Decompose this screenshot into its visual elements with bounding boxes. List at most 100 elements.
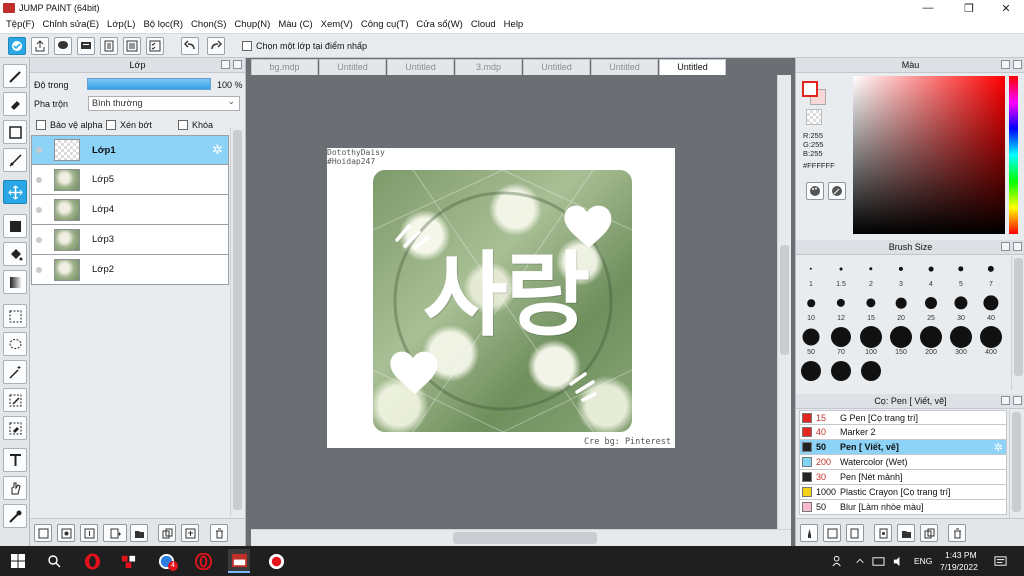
- brush-scrollbar[interactable]: [1011, 256, 1024, 390]
- transparent-color-swatch[interactable]: [806, 109, 822, 125]
- new-layer-1bit-icon[interactable]: [80, 524, 98, 542]
- menu-item-3[interactable]: Bộ lọc(R): [141, 19, 189, 30]
- brush-size-cell[interactable]: 1: [796, 256, 826, 292]
- select-eraser-tool-icon[interactable]: [3, 416, 27, 440]
- close-button[interactable]: ✕: [990, 0, 1022, 16]
- brush-size-cell[interactable]: 50: [796, 324, 826, 360]
- menu-item-10[interactable]: Cloud: [469, 19, 502, 30]
- document-tab[interactable]: Untitled: [591, 59, 658, 75]
- brush-settings-icon[interactable]: [800, 524, 818, 542]
- artwork-canvas[interactable]: DotothyDaisy #Hoidap247 사랑 Cre bg: Pinte…: [327, 148, 675, 448]
- brush-size-cell[interactable]: 70: [826, 324, 856, 360]
- blend-mode-select[interactable]: Bình thường: [88, 95, 240, 111]
- menu-item-0[interactable]: Tệp(F): [4, 19, 41, 30]
- menu-item-1[interactable]: Chỉnh sửa(E): [41, 19, 106, 30]
- layer-row[interactable]: Lớp4: [31, 195, 229, 225]
- checklist-icon[interactable]: [146, 37, 164, 55]
- share-icon[interactable]: [31, 37, 49, 55]
- brush-list-item[interactable]: 50 Pen [ Viết, vẽ] ✲: [799, 440, 1007, 455]
- detach-icon[interactable]: [1001, 396, 1010, 405]
- select-rect-tool-icon[interactable]: [3, 304, 27, 328]
- fill-rect-tool-icon[interactable]: [3, 214, 27, 238]
- hand-tool-icon[interactable]: [3, 476, 27, 500]
- menu-item-2[interactable]: Lớp(L): [105, 19, 141, 30]
- detach-icon[interactable]: [221, 60, 230, 69]
- opacity-slider[interactable]: [87, 78, 211, 90]
- brush-size-cell[interactable]: 40: [976, 290, 1006, 326]
- record-icon[interactable]: [266, 551, 286, 571]
- visibility-toggle[interactable]: [32, 266, 46, 273]
- menu-item-5[interactable]: Chụp(N): [232, 19, 276, 30]
- brush-size-cell[interactable]: 100: [856, 324, 886, 360]
- merge-layer-icon[interactable]: [181, 524, 199, 542]
- layer-row[interactable]: Lớp1 ✲: [31, 135, 229, 165]
- visibility-toggle[interactable]: [32, 236, 46, 243]
- magic-wand-tool-icon[interactable]: [3, 360, 27, 384]
- opera-gx-icon[interactable]: [193, 551, 213, 571]
- canvas-hscrollbar[interactable]: [251, 529, 791, 546]
- brush-size-cell[interactable]: 4: [916, 256, 946, 292]
- check-icon[interactable]: [8, 37, 26, 55]
- brush-size-cell[interactable]: [796, 358, 826, 390]
- duplicate-layer-icon[interactable]: [158, 524, 176, 542]
- brush-size-cell[interactable]: 30: [946, 290, 976, 326]
- document-tab[interactable]: bg.mdp: [251, 59, 318, 75]
- document-tab[interactable]: Untitled: [319, 59, 386, 75]
- foreground-color-swatch[interactable]: [802, 81, 818, 97]
- pen-scrollbar[interactable]: [1009, 410, 1023, 518]
- canvas-vscroll-thumb[interactable]: [780, 245, 789, 355]
- list-icon[interactable]: [123, 37, 141, 55]
- brush-size-cell[interactable]: 200: [916, 324, 946, 360]
- detach-icon[interactable]: [1001, 242, 1010, 251]
- line-tool-icon[interactable]: [3, 148, 27, 172]
- brush-size-cell[interactable]: [856, 358, 886, 390]
- restore-button[interactable]: ❐: [953, 0, 985, 16]
- search-icon[interactable]: [44, 551, 64, 571]
- folder-icon[interactable]: [130, 524, 148, 542]
- brush-duplicate-icon[interactable]: [920, 524, 938, 542]
- menu-item-9[interactable]: Cửa sổ(W): [414, 19, 468, 30]
- panel-close-icon[interactable]: [1013, 60, 1022, 69]
- bucket-tool-icon[interactable]: [3, 242, 27, 266]
- detach-icon[interactable]: [1001, 60, 1010, 69]
- brush-size-cell[interactable]: 5: [946, 256, 976, 292]
- gear-icon[interactable]: ✲: [212, 143, 225, 156]
- panel-close-icon[interactable]: [233, 60, 242, 69]
- move-tool-icon[interactable]: [3, 180, 27, 204]
- brush-list-item[interactable]: 40 Marker 2: [799, 425, 1007, 440]
- hue-slider[interactable]: [1009, 76, 1018, 234]
- clock-date[interactable]: 7/19/2022: [940, 562, 978, 572]
- brush-size-cell[interactable]: 150: [886, 324, 916, 360]
- people-icon[interactable]: [828, 551, 848, 571]
- comment-icon[interactable]: [54, 37, 72, 55]
- new-layer-icon[interactable]: [34, 524, 52, 542]
- brush-list-item[interactable]: 200 Watercolor (Wet): [799, 455, 1007, 470]
- pen-scroll-thumb[interactable]: [1012, 412, 1021, 512]
- brush-size-cell[interactable]: 20: [886, 290, 916, 326]
- minimize-button[interactable]: —: [912, 0, 944, 16]
- layer-scrollbar[interactable]: [230, 128, 244, 516]
- app-icon-red[interactable]: [118, 551, 138, 571]
- brush-list-item[interactable]: 30 Pen [Nét mảnh]: [799, 470, 1007, 485]
- clock-time[interactable]: 1:43 PM: [945, 550, 977, 560]
- menu-item-7[interactable]: Xem(V): [319, 19, 359, 30]
- brush-scroll-thumb[interactable]: [1014, 258, 1023, 376]
- palette-icon[interactable]: [806, 182, 824, 200]
- brush-size-cell[interactable]: 25: [916, 290, 946, 326]
- layer-row[interactable]: Lớp5: [31, 165, 229, 195]
- layer-row[interactable]: Lớp3: [31, 225, 229, 255]
- panel-close-icon[interactable]: [1013, 396, 1022, 405]
- brush-folder-icon[interactable]: [897, 524, 915, 542]
- zalo-icon[interactable]: 4: [156, 551, 178, 571]
- brush-size-cell[interactable]: 1.5: [826, 256, 856, 292]
- canvas-hscroll-thumb[interactable]: [453, 532, 597, 544]
- language-indicator[interactable]: ENG: [914, 556, 932, 566]
- document-tab[interactable]: Untitled: [387, 59, 454, 75]
- jump-paint-taskbar-icon[interactable]: [228, 549, 250, 573]
- new-brush-icon[interactable]: [846, 524, 864, 542]
- undo-icon[interactable]: [181, 37, 199, 55]
- brush-size-cell[interactable]: 10: [796, 290, 826, 326]
- redo-icon[interactable]: [207, 37, 225, 55]
- menu-item-6[interactable]: Màu (C): [276, 19, 318, 30]
- brush-size-cell[interactable]: 7: [976, 256, 1006, 292]
